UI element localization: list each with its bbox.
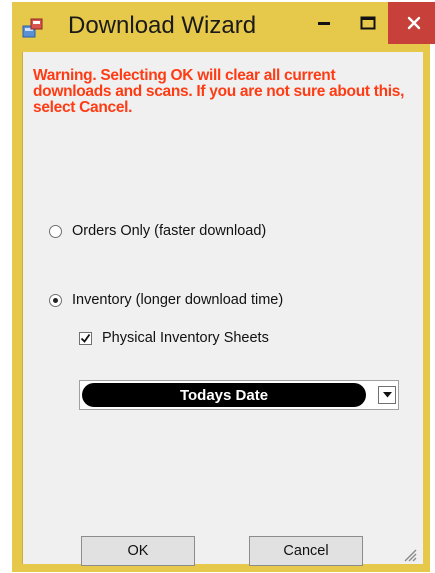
inventory-radio[interactable] — [49, 293, 62, 307]
dialog-body: Warning. Selecting OK will clear all cur… — [22, 52, 423, 566]
orders-only-radio[interactable] — [49, 224, 62, 238]
resize-grip-icon[interactable] — [401, 546, 417, 562]
warning-message: Warning. Selecting OK will clear all cur… — [33, 67, 405, 116]
ok-button[interactable]: OK — [81, 536, 195, 566]
inventory-label: Inventory (longer download time) — [72, 292, 284, 308]
title-bar[interactable]: Download Wizard — [12, 2, 435, 52]
chevron-down-icon — [382, 392, 392, 398]
close-button[interactable] — [388, 2, 435, 44]
maximize-button[interactable] — [348, 2, 388, 44]
maximize-icon — [360, 16, 376, 30]
physical-inventory-sheets-checkbox[interactable] — [79, 331, 92, 345]
orders-only-option[interactable]: Orders Only (faster download) — [49, 223, 266, 239]
checkmark-icon — [80, 333, 91, 343]
close-icon — [407, 16, 421, 30]
orders-only-label: Orders Only (faster download) — [72, 223, 267, 239]
physical-inventory-sheets-label: Physical Inventory Sheets — [102, 330, 269, 346]
physical-inventory-sheets-option[interactable]: Physical Inventory Sheets — [79, 330, 269, 346]
inventory-option[interactable]: Inventory (longer download time) — [49, 292, 283, 308]
download-wizard-app-icon — [22, 17, 44, 39]
dropdown-arrow-button[interactable] — [378, 386, 396, 404]
date-dropdown-value: Todays Date — [82, 383, 366, 407]
minimize-button[interactable] — [304, 2, 344, 44]
download-wizard-window: Download Wizard Warning. Selecting OK wi… — [12, 2, 435, 572]
window-title: Download Wizard — [68, 12, 257, 39]
date-dropdown[interactable]: Todays Date — [79, 380, 399, 410]
cancel-button[interactable]: Cancel — [249, 536, 363, 566]
minimize-icon — [318, 22, 330, 25]
